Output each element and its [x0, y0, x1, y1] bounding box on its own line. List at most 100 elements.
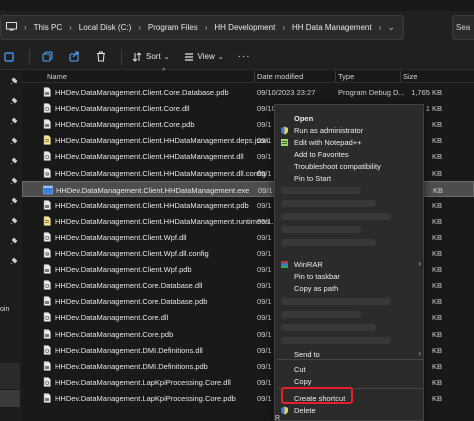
column-header-size[interactable]: Size [403, 72, 418, 81]
navigation-pane: oin [0, 70, 22, 421]
file-name: HHDev.DataManagement.DMI.Definitions.dll [55, 345, 203, 355]
breadcrumb-program-files[interactable]: Program Files [144, 23, 202, 32]
breadcrumb-separator-icon: › [138, 23, 141, 32]
file-name: HHDev.DataManagement.Client.Wpf.pdb [55, 265, 192, 275]
menu-item-run-as-administrator[interactable]: Run as administrator [275, 124, 425, 136]
menu-item-label: Open [294, 114, 314, 123]
pdb-file-icon [42, 199, 52, 210]
file-name: HHDev.DataManagement.Client.HHDataManage… [56, 185, 250, 195]
menu-item-copy-as-path[interactable]: Copy as path [275, 282, 425, 294]
address-history-chevron-icon[interactable]: ⌄ [387, 22, 395, 33]
pin-icon[interactable] [10, 97, 18, 105]
menu-item-pin-to-taskbar[interactable]: Pin to taskbar [275, 270, 425, 282]
breadcrumb-separator-icon: › [282, 23, 285, 32]
winrar-icon [280, 260, 289, 269]
pin-icon[interactable] [10, 197, 18, 205]
file-name: HHDev.DataManagement.Core.dll [55, 313, 169, 323]
file-date: 09/1 [257, 168, 272, 178]
pdb-file-icon [42, 264, 52, 274]
column-divider[interactable] [400, 71, 401, 82]
breadcrumb-hh-development[interactable]: HH Development [210, 23, 279, 32]
menu-item-edit-with-notepad[interactable]: Edit with Notepad++ [275, 136, 425, 148]
sort-button[interactable]: Sort ⌄ [132, 51, 170, 62]
breadcrumb-hh-data-management[interactable]: HH Data Management [288, 23, 376, 32]
obscured-menu-item [281, 298, 391, 305]
pin-icon[interactable] [10, 237, 18, 245]
file-date: 09/1 [257, 361, 272, 371]
obscured-menu-item [281, 213, 391, 220]
pdb-file-icon [42, 87, 52, 97]
monitor-icon [1, 22, 21, 33]
sort-icon [132, 51, 142, 62]
copy-icon[interactable] [40, 50, 54, 64]
file-date: 09/1 [257, 232, 272, 242]
dll-file-icon [42, 103, 52, 113]
menu-item-troubleshoot-compatibility[interactable]: Troubleshoot compatibility [275, 160, 425, 172]
shield-icon [280, 126, 289, 135]
menu-item-label: Edit with Notepad++ [294, 138, 362, 147]
search-input[interactable]: Sea [452, 15, 474, 40]
dll-file-icon [42, 151, 52, 162]
column-divider[interactable] [335, 71, 336, 82]
nav-item-label[interactable]: oin [0, 306, 9, 313]
breadcrumb-this-pc[interactable]: This PC [30, 23, 66, 32]
file-date: 09/1 [257, 120, 272, 130]
config-file-icon [42, 248, 52, 258]
dll-file-icon [42, 232, 52, 242]
file-name: HHDev.DataManagement.Client.Core.pdb [55, 120, 195, 130]
file-name: HHDev.DataManagement.Client.HHDataManage… [55, 168, 266, 178]
pin-icon[interactable] [10, 257, 18, 265]
address-box[interactable]: › This PC › Local Disk (C:) › Program Fi… [0, 15, 404, 40]
nav-item-selected[interactable] [0, 390, 20, 407]
file-date: 09/1 [258, 185, 273, 195]
share-icon[interactable] [67, 50, 81, 64]
pin-icon[interactable] [10, 157, 18, 165]
breadcrumb-local-disk[interactable]: Local Disk (C:) [75, 23, 135, 32]
pdb-file-icon [42, 119, 52, 129]
menu-item-cut[interactable]: Cut [275, 363, 425, 375]
column-header-date[interactable]: Date modified [257, 72, 303, 81]
menu-item-winrar[interactable]: WinRAR › [275, 258, 425, 270]
menu-item-label: Pin to Start [294, 174, 332, 183]
menu-item-label: Send to [294, 350, 320, 359]
file-row[interactable]: HHDev.DataManagement.Client.Core.Databas… [22, 84, 474, 100]
pin-icon[interactable] [10, 217, 18, 225]
delete-icon[interactable] [94, 50, 108, 64]
file-type: Program Debug D... [338, 88, 405, 97]
file-date: 09/1 [257, 329, 272, 339]
column-header-type[interactable]: Type [338, 72, 354, 81]
nav-item[interactable] [0, 363, 20, 389]
file-name: HHDev.DataManagement.Client.HHDataManage… [55, 200, 249, 210]
file-date: 09/1 [257, 281, 272, 291]
view-button[interactable]: View ⌄ [184, 52, 224, 62]
pdb-file-icon [42, 296, 52, 307]
menu-item-add-to-favorites[interactable]: Add to Favorites [275, 148, 425, 160]
file-name: HHDev.DataManagement.LapKpiProcessing.Co… [55, 393, 236, 403]
pin-icon[interactable] [10, 137, 18, 145]
view-icon [184, 52, 193, 61]
column-header-name[interactable]: Name [47, 72, 67, 81]
new-icon[interactable] [2, 50, 16, 64]
breadcrumb-separator-icon: › [378, 23, 382, 32]
file-date: 09/1 [257, 377, 272, 387]
pin-icon[interactable] [10, 77, 18, 85]
pin-icon[interactable] [10, 117, 18, 125]
breadcrumb-separator-icon: › [24, 23, 27, 32]
obscured-menu-item [281, 239, 376, 246]
menu-item-open[interactable]: Open [275, 112, 425, 124]
menu-item-label: Run as administrator [294, 126, 364, 135]
toolbar-divider [121, 48, 122, 65]
file-name: HHDev.DataManagement.Client.Core.dll [55, 104, 190, 114]
breadcrumb-separator-icon: › [204, 23, 208, 32]
exe-file-icon [43, 185, 53, 195]
json-file-icon [42, 135, 52, 146]
menu-item-delete[interactable]: Delete [275, 404, 425, 416]
menu-item-copy[interactable]: Copy [275, 375, 425, 387]
column-divider[interactable] [254, 71, 255, 82]
file-name: HHDev.DataManagement.Client.Wpf.dll.conf… [55, 249, 209, 258]
more-options-button[interactable]: ··· [238, 51, 251, 62]
file-name: HHDev.DataManagement.Client.HHDataManage… [55, 136, 269, 146]
pin-icon[interactable] [10, 177, 18, 185]
pdb-file-icon [42, 328, 52, 339]
menu-item-pin-to-start[interactable]: Pin to Start [275, 172, 425, 184]
